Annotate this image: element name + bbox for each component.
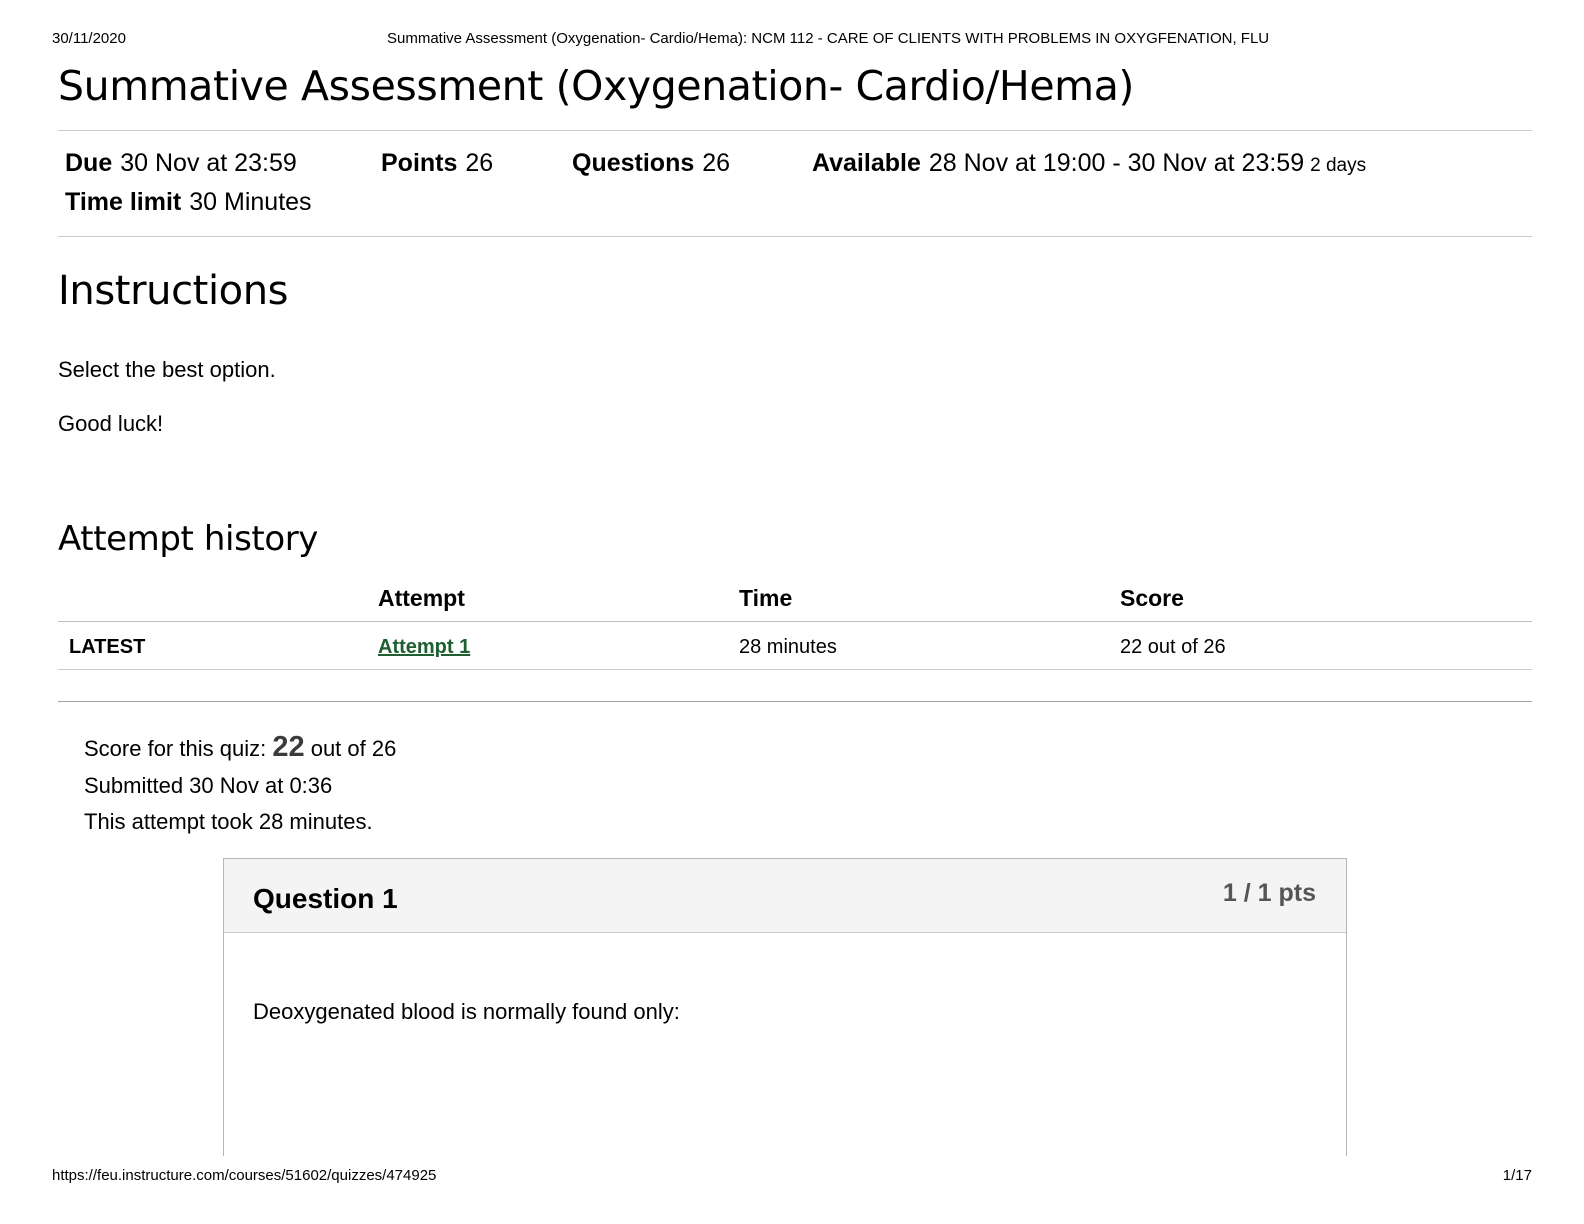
- questions-detail: Questions 26: [572, 149, 730, 178]
- score-value: 22: [272, 731, 305, 763]
- attempt-1-link[interactable]: Attempt 1: [378, 636, 470, 659]
- column-header-attempt: Attempt: [378, 585, 465, 611]
- print-date: 30/11/2020: [52, 30, 126, 47]
- score-suffix: out of 26: [310, 736, 397, 761]
- question-card: Question 1 1 / 1 pts Deoxygenated blood …: [223, 858, 1347, 1178]
- attempt-time: 28 minutes: [739, 636, 837, 658]
- divider: [368, 621, 1532, 622]
- question-points: 1 / 1 pts: [1222, 879, 1316, 907]
- divider: [58, 701, 1532, 702]
- points-detail: Points 26: [381, 149, 493, 178]
- attempt-history-heading: Attempt history: [58, 519, 319, 559]
- column-header-score: Score: [1120, 585, 1184, 611]
- instructions-line: Good luck!: [58, 411, 164, 436]
- questions-label: Questions: [572, 149, 695, 177]
- print-page-number: 1/17: [1502, 1167, 1532, 1184]
- page-title: Summative Assessment (Oxygenation- Cardi…: [58, 62, 1135, 110]
- score-prefix: Score for this quiz:: [84, 736, 267, 761]
- question-header: Question 1 1 / 1 pts: [224, 859, 1346, 933]
- attempt-score: 22 out of 26: [1120, 636, 1226, 658]
- instructions-heading: Instructions: [58, 268, 289, 314]
- print-url: https://feu.instructure.com/courses/5160…: [52, 1167, 437, 1184]
- available-duration: 2 days: [1310, 155, 1367, 176]
- score-summary: Score for this quiz: 22 out of 26: [84, 731, 396, 764]
- available-value: 28 Nov at 19:00 - 30 Nov at 23:59: [928, 149, 1305, 177]
- question-text: Deoxygenated blood is normally found onl…: [253, 999, 680, 1024]
- submitted-text: Submitted 30 Nov at 0:36: [84, 773, 333, 798]
- instructions-line: Select the best option.: [58, 357, 276, 382]
- print-header: 30/11/2020 Summative Assessment (Oxygena…: [52, 30, 1532, 50]
- print-footer: https://feu.instructure.com/courses/5160…: [52, 1167, 1532, 1187]
- questions-value: 26: [702, 149, 731, 177]
- points-value: 26: [465, 149, 494, 177]
- time-limit-detail: Time limit 30 Minutes: [65, 188, 312, 217]
- question-title: Question 1: [253, 883, 398, 914]
- due-value: 30 Nov at 23:59: [120, 149, 297, 177]
- due-label: Due: [65, 149, 113, 177]
- print-page-title: Summative Assessment (Oxygenation- Cardi…: [387, 30, 1270, 47]
- divider: [58, 236, 1532, 237]
- time-limit-label: Time limit: [65, 188, 182, 216]
- duration-text: This attempt took 28 minutes.: [84, 809, 373, 834]
- available-label: Available: [812, 149, 921, 177]
- divider: [58, 621, 368, 622]
- points-label: Points: [381, 149, 458, 177]
- column-header-time: Time: [739, 585, 793, 611]
- divider: [58, 130, 1532, 131]
- available-detail: Available 28 Nov at 19:00 - 30 Nov at 23:…: [812, 149, 1366, 178]
- latest-badge: LATEST: [69, 636, 146, 658]
- divider: [58, 669, 1532, 670]
- due-detail: Due 30 Nov at 23:59: [65, 149, 297, 178]
- time-limit-value: 30 Minutes: [189, 188, 312, 216]
